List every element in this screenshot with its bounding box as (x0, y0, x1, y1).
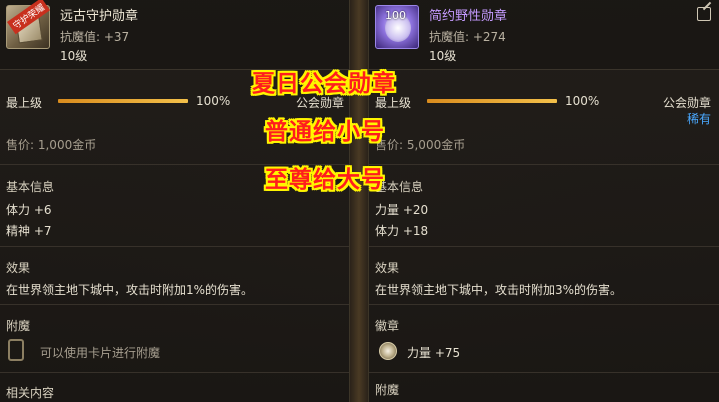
magic-resist-stat: 抗魔值: +37 (60, 30, 130, 44)
panel-gap (350, 0, 368, 402)
basic-stat: 体力 +18 (375, 224, 429, 238)
max-level-label: 最上级 (6, 96, 43, 110)
sell-price: 售价: 5,000金币 (375, 138, 466, 152)
overlay-caption-1: 夏日公会勋章 (252, 71, 396, 97)
related-title: 相关内容 (6, 386, 55, 400)
tooltip-header: 100 简约野性勋章 抗魔值: +274 10级 (369, 0, 719, 70)
item-level: 10级 (60, 49, 88, 63)
divider (369, 372, 719, 373)
divider (369, 304, 719, 305)
enchant-text: 可以使用卡片进行附魔 (40, 346, 161, 360)
basic-stat: 力量 +20 (375, 203, 429, 217)
basic-stat: 体力 +6 (6, 203, 52, 217)
enchant-title: 附魔 (6, 319, 31, 333)
item-title: 简约野性勋章 (429, 9, 508, 24)
effect-title: 效果 (375, 261, 400, 275)
tooltip-header: 守护荣耀 远古守护勋章 抗魔值: +37 10级 (0, 0, 349, 70)
sell-price: 售价: 1,000金币 (6, 138, 97, 152)
max-level-bar (58, 99, 188, 103)
effect-text: 在世界领主地下城中，攻击时附加1%的伤害。 (6, 283, 254, 297)
edit-icon[interactable] (697, 7, 711, 21)
divider (0, 246, 349, 247)
medal-icon: 守护荣耀 (6, 0, 51, 49)
max-level-percent: 100% (565, 94, 600, 108)
emblem-stat: 力量 +75 (407, 346, 461, 360)
max-level-bar (427, 99, 557, 103)
basic-info-title: 基本信息 (6, 180, 55, 194)
item-category: 公会勋章 (663, 96, 712, 110)
divider (0, 304, 349, 305)
basic-stat: 精神 +7 (6, 224, 52, 238)
icon-number: 100 (385, 9, 406, 22)
rarity-label: 稀有 (687, 112, 712, 126)
divider (0, 372, 349, 373)
divider (369, 164, 719, 165)
emblem-icon[interactable] (379, 342, 397, 360)
wolf-medal-icon: 100 (375, 5, 419, 49)
emblem-title: 徽章 (375, 319, 400, 333)
overlay-caption-3: 至尊给大号 (265, 167, 385, 193)
overlay-caption-2: 普通给小号 (265, 119, 385, 145)
card-slot-icon[interactable] (8, 339, 24, 361)
item-title: 远古守护勋章 (60, 9, 139, 24)
tooltip-left: 守护荣耀 远古守护勋章 抗魔值: +37 10级 最上级 100% 公会勋章 售… (0, 0, 350, 402)
max-level-percent: 100% (196, 94, 231, 108)
effect-text: 在世界领主地下城中，攻击时附加3%的伤害。 (375, 283, 623, 297)
enchant-title: 附魔 (375, 383, 400, 397)
effect-title: 效果 (6, 261, 31, 275)
magic-resist-stat: 抗魔值: +274 (429, 30, 506, 44)
tooltip-right: 100 简约野性勋章 抗魔值: +274 10级 最上级 100% 公会勋章 稀… (368, 0, 719, 402)
item-level: 10级 (429, 49, 457, 63)
divider (369, 246, 719, 247)
